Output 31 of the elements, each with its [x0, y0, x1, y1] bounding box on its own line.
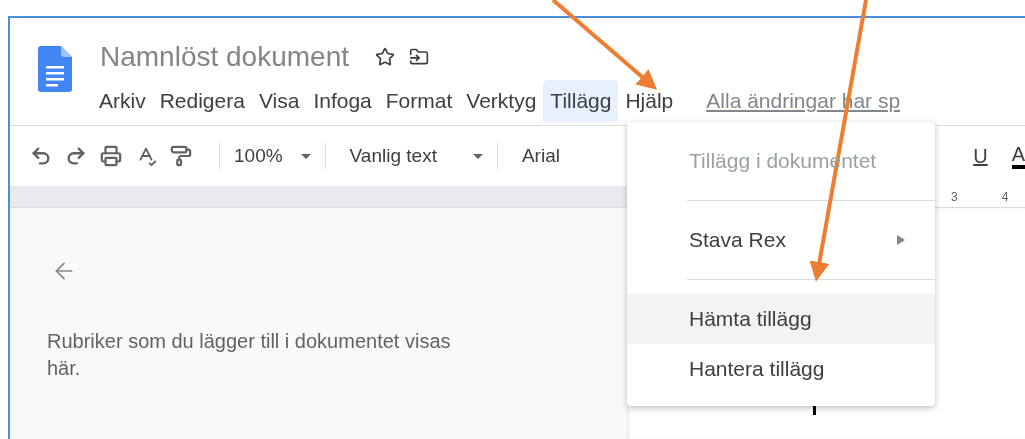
menu-option[interactable]: Hämta tillägg [627, 294, 935, 344]
menu-option[interactable]: Stava Rex [627, 215, 935, 265]
menu-item[interactable]: Format [378, 80, 460, 122]
folder-move-icon[interactable] [409, 47, 429, 67]
zoom-dropdown[interactable]: 100% [234, 145, 283, 167]
text-cursor [813, 406, 816, 415]
menu-option[interactable]: Hantera tillägg [627, 344, 935, 394]
font-dropdown[interactable]: Arial [521, 145, 560, 167]
menu-item[interactable]: Redigera [152, 80, 252, 122]
document-title[interactable]: Namnlöst dokument [100, 41, 349, 73]
outline-empty-message: Rubriker som du lägger till i dokumentet visas här. [47, 329, 452, 381]
menu-item[interactable]: Hjälp [618, 80, 681, 122]
caret-icon[interactable] [300, 153, 311, 159]
caret-icon[interactable] [472, 153, 483, 159]
document-icon[interactable] [38, 46, 72, 92]
menu-item[interactable]: Visa [251, 80, 307, 122]
submenu-arrow-icon [897, 235, 905, 245]
ruler-label: 4 [1001, 189, 1009, 204]
print-icon[interactable] [100, 145, 122, 167]
underline-button[interactable]: U [973, 145, 988, 167]
paint-format-icon[interactable] [170, 145, 192, 167]
menu-item[interactable]: Infoga [306, 80, 379, 122]
star-icon[interactable] [375, 47, 395, 67]
undo-icon[interactable] [30, 145, 52, 167]
menu-item[interactable]: Verktyg [459, 80, 544, 122]
style-dropdown[interactable]: Vanlig text [349, 145, 437, 167]
menu-item[interactable]: Tillägg [543, 80, 619, 122]
menu-item[interactable]: Arkiv [92, 80, 153, 122]
text-color-button[interactable]: A [1011, 143, 1025, 169]
ruler-label: 3 [951, 189, 958, 204]
redo-icon[interactable] [65, 145, 87, 167]
